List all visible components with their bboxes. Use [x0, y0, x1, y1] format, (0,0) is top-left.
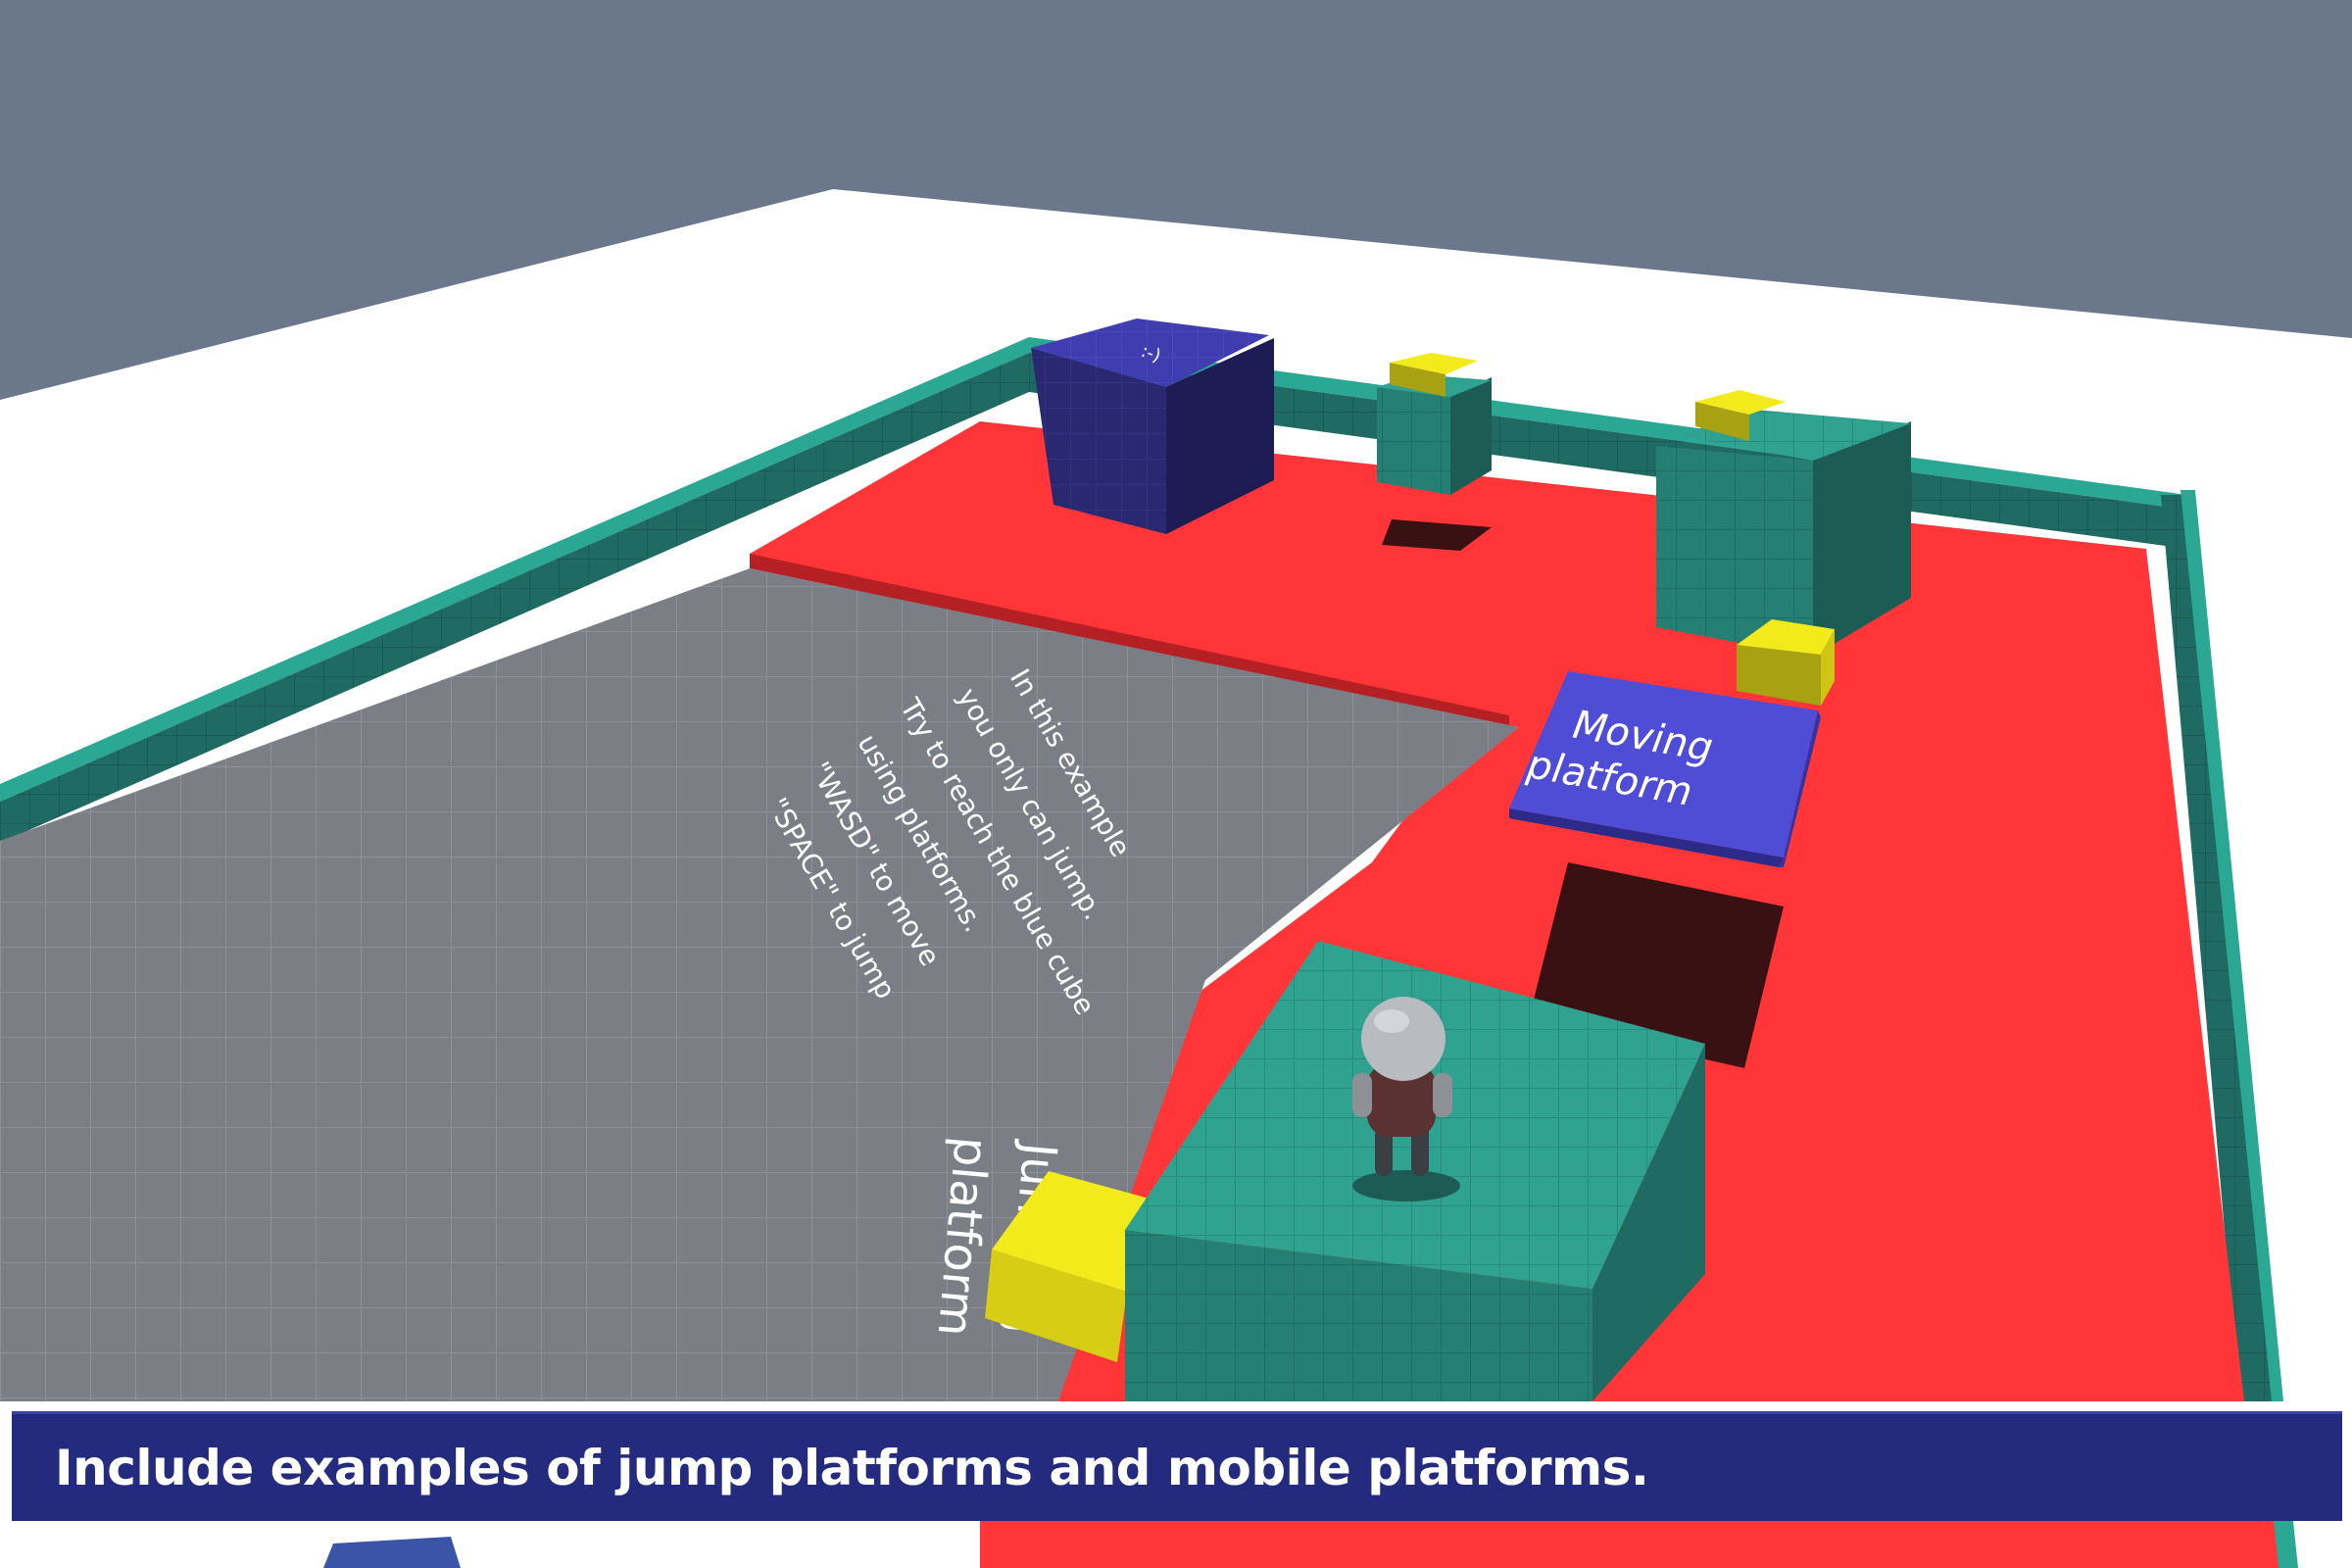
game-scene[interactable]: :-) Moving platform In this example you …	[0, 0, 2352, 1568]
game-viewport[interactable]: :-) Moving platform In this example you …	[0, 0, 2352, 1568]
caption-bar: Include examples of jump platforms and m…	[12, 1411, 2342, 1521]
player-head-highlight	[1374, 1009, 1409, 1033]
player-arm-left	[1352, 1073, 1372, 1117]
teal-pillar-small-front	[1377, 387, 1450, 495]
scene-bottom-strip-red	[980, 1521, 2293, 1568]
caption-text: Include examples of jump platforms and m…	[55, 1439, 1649, 1496]
player-shadow	[1352, 1170, 1460, 1201]
player-arm-right	[1433, 1073, 1452, 1117]
player-head	[1361, 997, 1446, 1081]
